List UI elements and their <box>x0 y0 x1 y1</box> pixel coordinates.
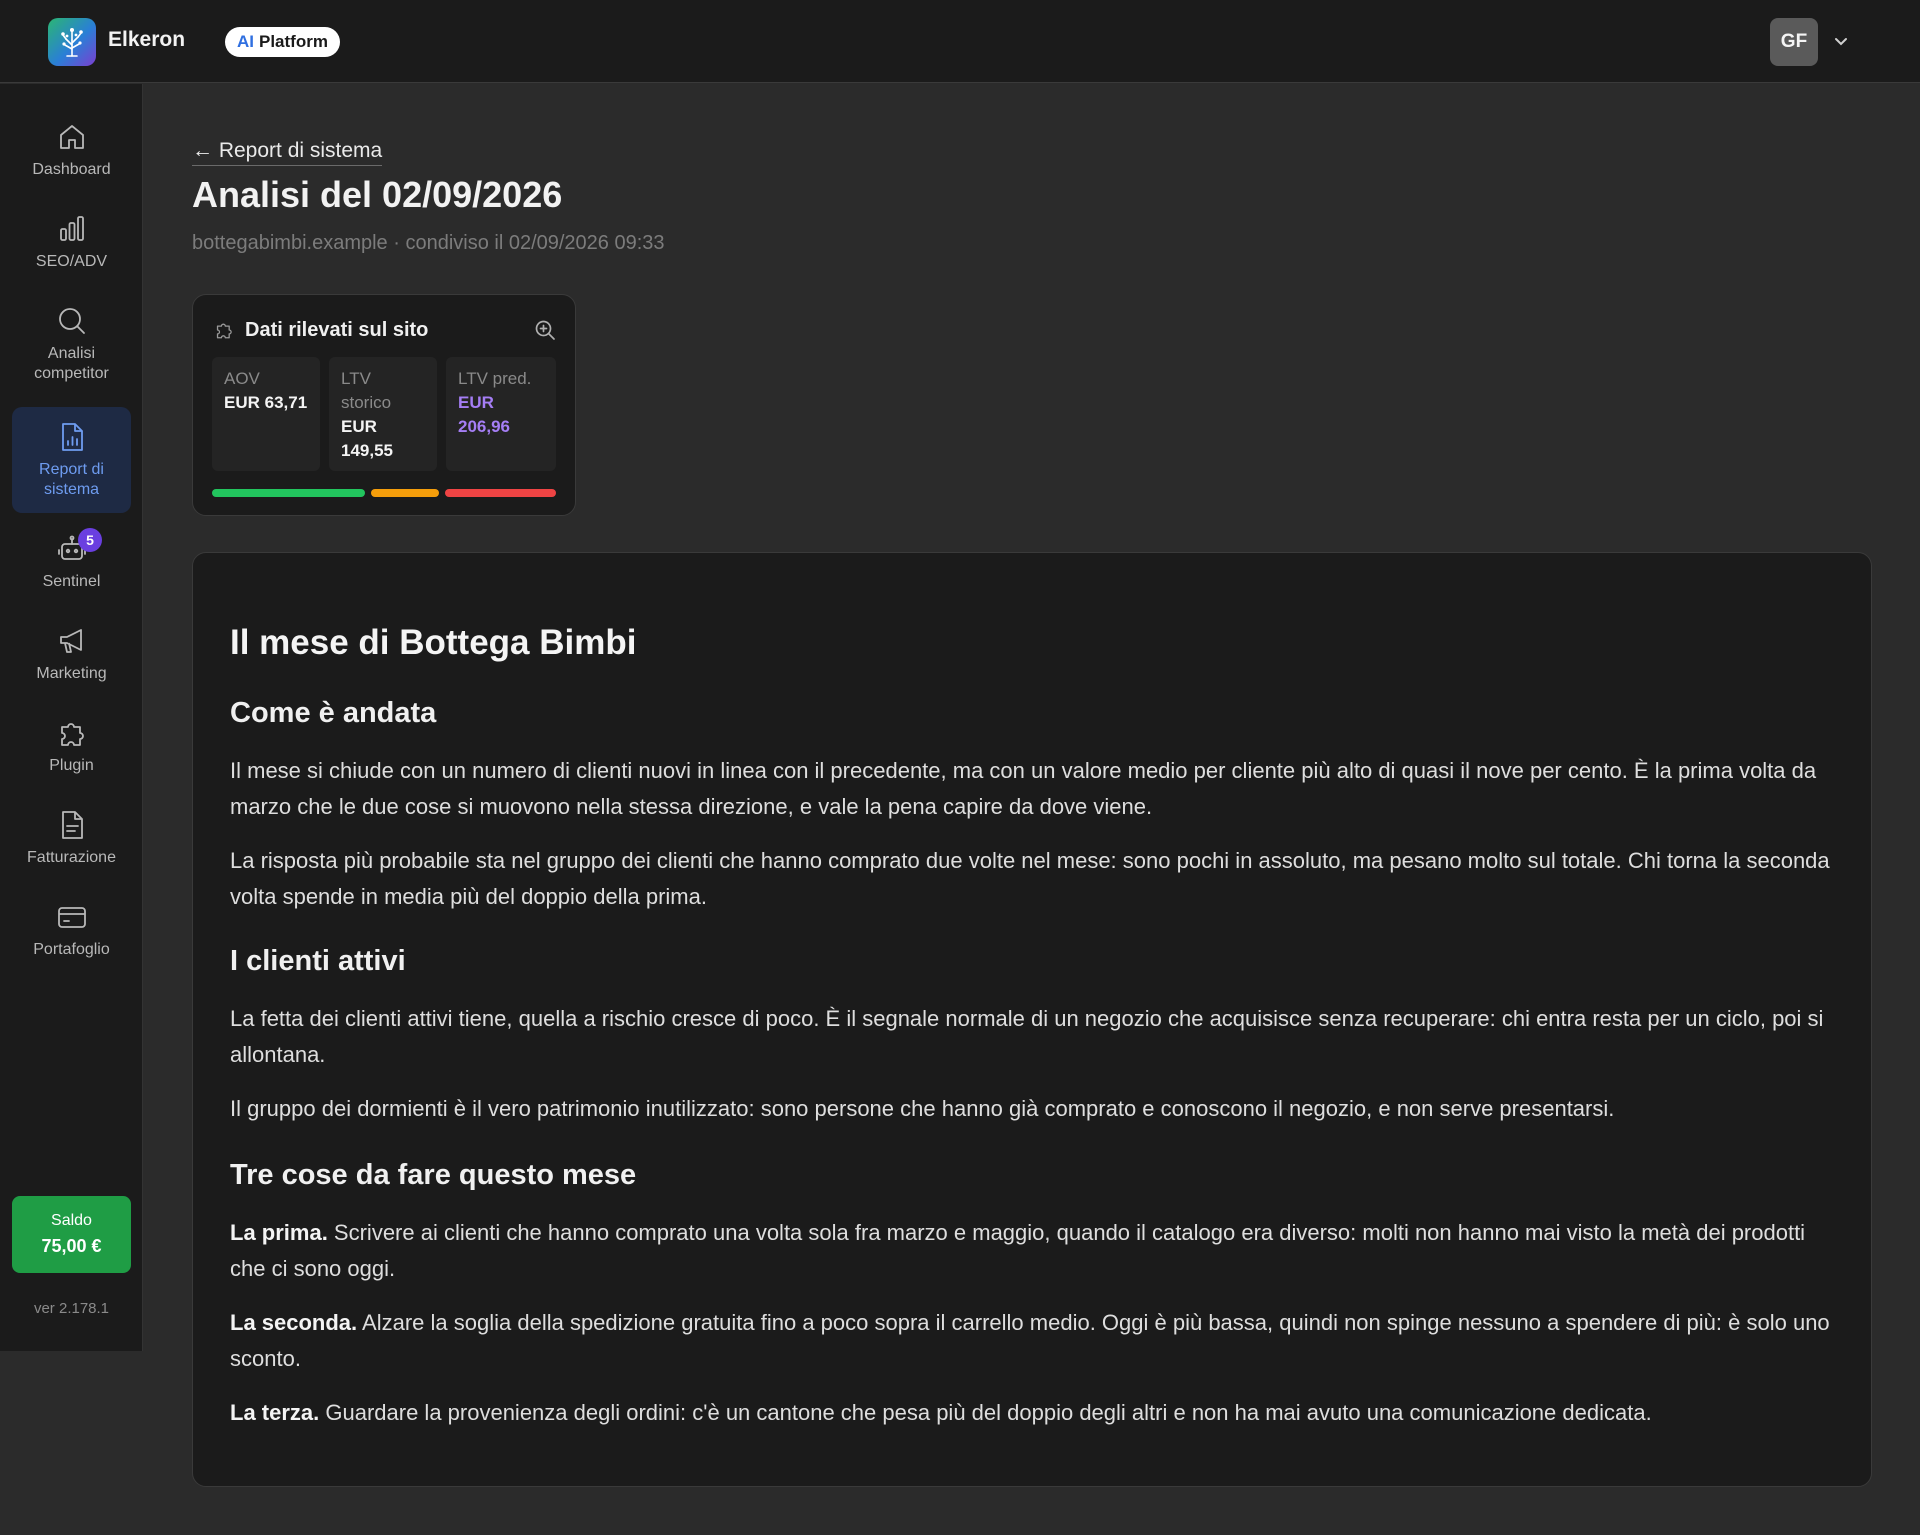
sidebar-item-dashboard[interactable]: Dashboard <box>12 120 131 190</box>
section-title: I clienti attivi <box>230 945 406 977</box>
action-text: Alzare la soglia della spedizione gratui… <box>230 1310 1830 1371</box>
search-icon <box>58 308 85 334</box>
sidebar-item-analisi-competitor[interactable]: Analisi competitor <box>12 304 131 394</box>
puzzle-icon <box>60 723 84 746</box>
user-avatar[interactable]: GF <box>1770 18 1818 66</box>
sentinel-badge: 5 <box>78 528 102 552</box>
app-version: ver 2.178.1 <box>33 1300 110 1317</box>
sidebar-item-label: Marketing <box>36 665 107 682</box>
report-paragraph: Il gruppo dei dormienti è il vero patrim… <box>230 1096 1615 1121</box>
sidebar-item-label: SEO/ADV <box>35 253 108 270</box>
report-icon <box>61 423 83 451</box>
puzzle-icon <box>216 323 232 339</box>
wallet-icon <box>57 907 86 928</box>
metric-label: LTV pred. <box>458 369 532 388</box>
report-panel: Il mese di Bottega Bimbi Come è andata I… <box>192 552 1872 1487</box>
card-header: Dati rilevati sul sito <box>213 317 557 343</box>
sidebar-item-seo-adv[interactable]: SEO/ADV <box>12 212 131 282</box>
action-item: La terza. Guardare la provenienza degli … <box>230 1395 1835 1431</box>
score-bar-green <box>212 489 365 497</box>
saldo-label: Saldo <box>51 1212 92 1229</box>
action-item: La prima. Scrivere ai clienti che hanno … <box>230 1215 1835 1287</box>
bar-chart-icon <box>59 216 84 241</box>
metric-value: EUR 206,96 <box>458 393 510 436</box>
site-data-card: Dati rilevati sul sito AOV EUR 63,71 LTV… <box>192 294 576 516</box>
sidebar: Dashboard SEO/ADV Analisi competitor Rep… <box>0 84 143 1351</box>
report-title: Il mese di Bottega Bimbi <box>230 623 637 662</box>
sidebar-item-fatturazione[interactable]: Fatturazione <box>12 808 131 878</box>
section-title: Tre cose da fare questo mese <box>230 1159 637 1191</box>
card-title: Dati rilevati sul sito <box>245 318 429 341</box>
brand-name: Elkeron <box>108 28 186 51</box>
metric-ltv-pred: LTV pred. EUR 206,96 <box>446 357 556 471</box>
saldo-amount: 75,00 € <box>41 1236 102 1256</box>
platform-ai-label: AI <box>237 32 254 51</box>
platform-badge: AI Platform <box>225 27 340 57</box>
home-icon <box>59 125 84 149</box>
sidebar-item-label: Analisi competitor <box>34 345 109 382</box>
page-subtitle: bottegabimbi.example · condiviso il 02/0… <box>192 232 665 254</box>
megaphone-icon <box>59 629 82 653</box>
platform-label: Platform <box>259 32 328 51</box>
sidebar-item-sentinel[interactable]: 5 Sentinel <box>12 528 131 604</box>
action-item: La seconda. Alzare la soglia della spedi… <box>230 1305 1835 1377</box>
zoom-in-icon[interactable] <box>533 318 557 342</box>
sidebar-item-report-di-sistema[interactable]: Report di sistema <box>12 407 131 513</box>
action-lead: La prima. <box>230 1220 328 1245</box>
sidebar-item-label: Fatturazione <box>27 849 116 866</box>
metric-label: LTV storico <box>341 369 392 412</box>
page-title: Analisi del 02/09/2026 <box>192 174 563 215</box>
sidebar-item-label: Report di sistema <box>39 461 104 498</box>
metric-value: EUR 149,55 <box>341 417 393 460</box>
score-bar-red <box>445 489 556 497</box>
saldo-button[interactable]: Saldo 75,00 € <box>12 1196 131 1273</box>
invoice-icon <box>61 811 83 839</box>
sidebar-item-plugin[interactable]: Plugin <box>12 716 131 786</box>
sidebar-item-marketing[interactable]: Marketing <box>12 624 131 694</box>
top-bar: Elkeron AI Platform GF <box>0 0 1920 83</box>
metric-label: AOV <box>224 369 260 388</box>
action-text: Scrivere ai clienti che hanno comprato u… <box>230 1220 1806 1281</box>
action-lead: La terza. <box>230 1400 320 1425</box>
metric-aov: AOV EUR 63,71 <box>212 357 320 471</box>
report-paragraph: Il mese si chiude con un numero di clien… <box>230 758 1817 819</box>
back-link[interactable]: ← Report di sistema <box>192 139 383 166</box>
chevron-down-icon[interactable] <box>1832 32 1850 50</box>
action-lead: La seconda. <box>230 1310 358 1335</box>
action-text: Guardare la provenienza degli ordini: c'… <box>319 1400 1652 1425</box>
report-paragraph: La fetta dei clienti attivi tiene, quell… <box>230 1006 1824 1067</box>
sidebar-item-label: Portafoglio <box>33 941 110 958</box>
metric-ltv-storico: LTV storico EUR 149,55 <box>329 357 437 471</box>
section-title: Come è andata <box>230 697 437 729</box>
score-bar-orange <box>371 489 439 497</box>
sidebar-item-label: Sentinel <box>42 573 101 590</box>
sidebar-item-portafoglio[interactable]: Portafoglio <box>12 900 131 970</box>
metric-value: EUR 63,71 <box>224 393 308 412</box>
logo-icon[interactable] <box>48 18 96 66</box>
report-paragraph: La risposta più probabile sta nel gruppo… <box>230 848 1830 909</box>
sidebar-item-label: Plugin <box>49 757 94 774</box>
sidebar-item-label: Dashboard <box>32 161 111 178</box>
